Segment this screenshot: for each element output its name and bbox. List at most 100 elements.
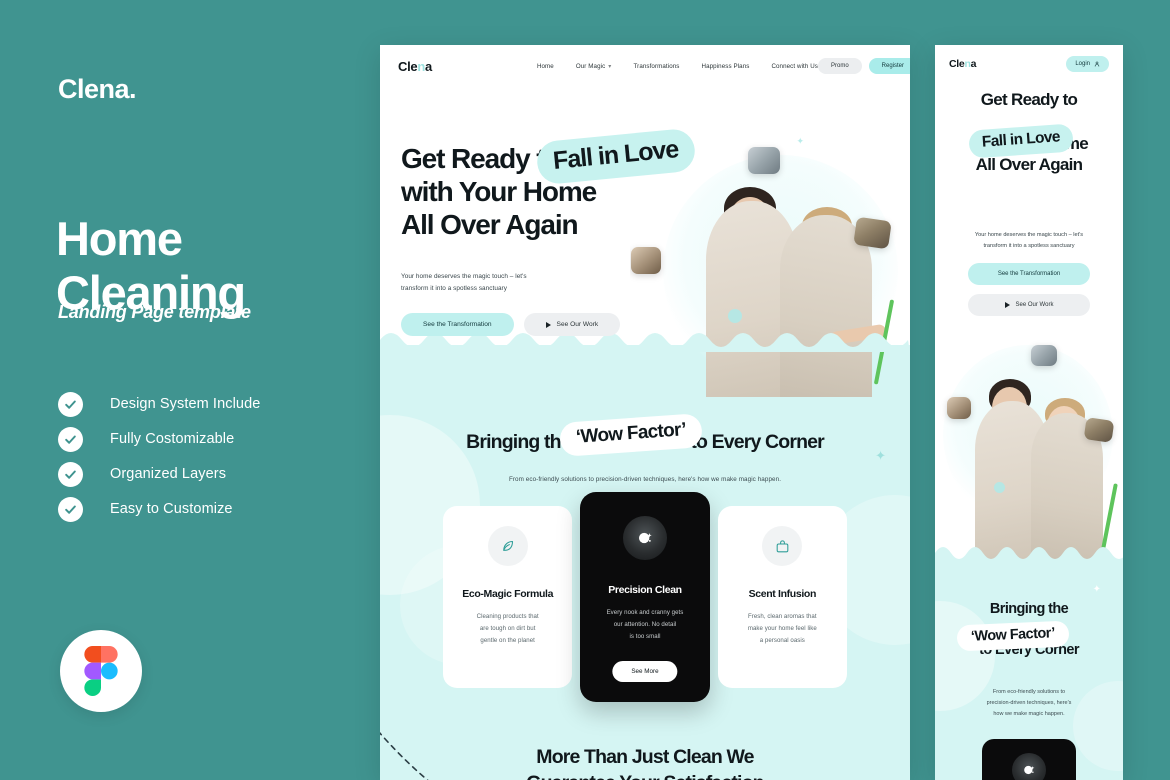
logo-text-end: a [425, 58, 432, 74]
see-the-transformation-button[interactable]: See the Transformation [401, 313, 514, 336]
list-item: Organized Layers [58, 459, 260, 489]
floating-photo [631, 247, 661, 274]
card-desc-line1: Cleaning products that [476, 613, 539, 620]
card-title: Scent Infusion [748, 588, 817, 600]
feature-card-eco-magic-formula[interactable]: Eco-Magic Formula Cleaning products that… [443, 506, 573, 688]
floating-photo [1083, 417, 1115, 443]
hero-subtitle-line1: Your home deserves the magic touch – let… [401, 273, 527, 280]
sparkle-drop-icon [622, 516, 667, 560]
promo-button[interactable]: Promo [818, 58, 862, 74]
feature-label: Design System Include [110, 396, 261, 412]
feature-label: Fully Costomizable [110, 431, 235, 447]
check-circle-icon [58, 461, 83, 487]
bottom-heading-line1: More Than Just Clean We [536, 746, 754, 768]
nav-buttons: Promo Register [818, 58, 910, 74]
brand-mark: Clena. [58, 74, 137, 104]
bottom-heading: More Than Just Clean We Guarantee Your S… [380, 745, 910, 780]
card-description: Cleaning products that are tough on dirt… [459, 611, 556, 648]
hero-section: ✦ ✦ Get Ready to with Your Home All Over… [380, 87, 910, 397]
card-desc-line1: Fresh, clean aromas that [748, 613, 817, 620]
leaf-icon [487, 526, 528, 566]
card-title: Precision Clean [608, 584, 682, 596]
check-circle-icon [58, 391, 83, 417]
mobile-section-subtitle: From eco-friendly solutions to precision… [935, 687, 1123, 720]
mobile-feature-card-precision-clean[interactable]: Precision Clean [982, 739, 1076, 780]
mobile-see-our-work-button[interactable]: See Our Work [968, 294, 1090, 316]
nav-item-happiness-plans[interactable]: Happiness Plans [702, 63, 750, 70]
feature-list: Design System Include Fully Costomizable… [58, 389, 260, 524]
logo[interactable]: Clena [398, 59, 432, 74]
chevron-down-icon: ▾ [608, 62, 612, 70]
feature-cards: Eco-Magic Formula Cleaning products that… [443, 492, 847, 716]
features-section: Bringing the ‘Wow Factor’ to Every Corne… [380, 345, 910, 780]
feature-label: Organized Layers [110, 466, 227, 482]
card-desc-line2: are tough on dirt but [479, 625, 536, 633]
hero-subtitle-line2: transform it into a spotless sanctuary [401, 285, 507, 293]
mobile-section-sub-line2: precision-driven techniques, here's [986, 700, 1072, 706]
see-our-work-label: See Our Work [556, 321, 599, 328]
mobile-hero-buttons: See the Transformation See Our Work [935, 263, 1123, 316]
nav-item-transformations[interactable]: Transformations [634, 63, 680, 70]
figma-logo-icon [60, 630, 142, 712]
card-desc-line3: a personal oasis [759, 637, 805, 645]
card-desc-line2: our attention. No detail [613, 621, 677, 629]
logo-text: Cle [398, 58, 418, 74]
mobile-features-section: Bringing the ‘Wow Factor’ to Every Corne… [935, 561, 1123, 780]
register-button[interactable]: Register [868, 58, 910, 74]
logo-accent: n [417, 58, 425, 74]
promo-panel: Clena. Home Cleaning Landing Page templa… [0, 0, 380, 780]
nav-item-connect-with-us[interactable]: Connect with Us [771, 63, 818, 70]
see-more-button[interactable]: See More [612, 661, 678, 682]
card-desc-line3: is too small [629, 633, 661, 641]
feature-label: Easy to Customize [110, 501, 233, 517]
mobile-mockup: Clena Login Get Ready to Fall in Love wi… [935, 45, 1123, 780]
list-item: Fully Costomizable [58, 424, 260, 454]
desktop-mockup: Clena Home Our Magic ▾ Transformations Ha… [380, 45, 910, 780]
card-desc-line2: make your home feel like [747, 625, 817, 633]
nav-item-our-magic[interactable]: Our Magic ▾ [576, 63, 612, 70]
floating-photo [748, 147, 780, 174]
card-title: Eco-Magic Formula [462, 588, 554, 600]
play-icon [545, 321, 551, 328]
mobile-see-our-work-label: See Our Work [1015, 302, 1054, 308]
mobile-logo[interactable]: Clena [949, 58, 976, 70]
login-button[interactable]: Login [1066, 56, 1109, 72]
mobile-section-sub-line3: how we make magic happen. [993, 711, 1065, 717]
card-desc-line1: Every nook and cranny gets [606, 609, 684, 616]
mobile-hero-subtitle: Your home deserves the magic touch – let… [935, 230, 1123, 252]
login-label: Login [1075, 61, 1090, 67]
mobile-wow-factor-badge: ‘Wow Factor’ [956, 620, 1070, 652]
feature-card-scent-infusion[interactable]: Scent Infusion Fresh, clean aromas that … [717, 506, 847, 688]
list-item: Easy to Customize [58, 494, 260, 524]
section-heading-after: to Every Corner [690, 431, 824, 453]
uniform-badge [728, 309, 742, 323]
hero-buttons: See the Transformation See Our Work [401, 313, 621, 336]
see-our-work-button[interactable]: See Our Work [523, 313, 621, 336]
mobile-navbar: Clena Login [935, 45, 1123, 83]
user-icon [1094, 61, 1100, 67]
mobile-hero-line1: Get Ready to [980, 90, 1078, 109]
sparkle-icon: ✦ [796, 136, 804, 146]
card-desc-line3: gentle on the planet [480, 637, 535, 645]
uniform-badge [994, 482, 1005, 493]
mobile-wave-divider [935, 543, 1123, 563]
mobile-logo-text-end: a [970, 58, 977, 70]
mobile-see-the-transformation-button[interactable]: See the Transformation [968, 263, 1090, 285]
play-icon [1004, 302, 1010, 308]
bag-icon [762, 526, 803, 566]
nav-links: Home Our Magic ▾ Transformations Happines… [537, 63, 818, 70]
mobile-hero-sub-line1: Your home deserves the magic touch – let… [974, 232, 1084, 238]
card-description: Every nook and cranny gets our attention… [596, 607, 693, 644]
bottom-heading-line2: Guarantee Your Satisfaction [526, 772, 764, 780]
hero-subtitle: Your home deserves the magic touch – let… [401, 271, 527, 296]
mobile-hero-sub-line2: transform it into a spotless sanctuary [983, 243, 1075, 250]
feature-card-precision-clean[interactable]: Precision Clean Every nook and cranny ge… [580, 492, 710, 702]
page-title-line1: Home [56, 212, 183, 265]
section-heading-before: Bringing the [466, 431, 571, 453]
check-circle-icon [58, 496, 83, 522]
nav-item-home[interactable]: Home [537, 63, 554, 70]
mobile-hero-image [935, 331, 1123, 563]
floating-photo [947, 397, 971, 419]
mobile-logo-text: Cle [949, 58, 965, 70]
mobile-section-line1: Bringing the [989, 601, 1069, 617]
